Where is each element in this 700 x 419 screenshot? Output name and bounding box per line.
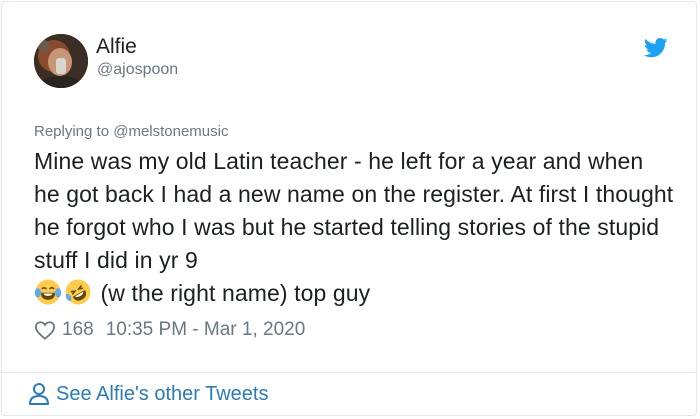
rolling-on-the-floor-laughing-icon bbox=[65, 279, 91, 305]
reply-mention-link[interactable]: @melstonemusic bbox=[113, 123, 228, 140]
replying-to: Replying to @melstonemusic bbox=[34, 123, 228, 140]
author-name[interactable]: Alfie bbox=[96, 35, 137, 59]
avatar-image bbox=[34, 34, 88, 88]
avatar[interactable] bbox=[34, 34, 88, 88]
tweet-tail: (w the right name) top guy bbox=[94, 280, 371, 306]
face-with-tears-of-joy-icon bbox=[34, 279, 62, 305]
see-other-tweets-link[interactable]: See Alfie's other Tweets bbox=[28, 382, 268, 406]
tweet-timestamp[interactable]: 10:35 PM - Mar 1, 2020 bbox=[106, 319, 306, 341]
footer-divider bbox=[2, 372, 696, 373]
embedded-tweet-card: Alfie @ajospoon Replying to @melstonemus… bbox=[1, 1, 697, 416]
author-handle[interactable]: @ajospoon bbox=[97, 61, 178, 79]
like-count[interactable]: 168 bbox=[62, 319, 94, 341]
tweet-body: Mine was my old Latin teacher - he left … bbox=[34, 148, 674, 273]
see-other-tweets-label[interactable]: See Alfie's other Tweets bbox=[56, 383, 268, 406]
twitter-bird-icon[interactable] bbox=[644, 38, 668, 58]
heart-icon[interactable] bbox=[34, 320, 56, 340]
tweet-text: Mine was my old Latin teacher - he left … bbox=[34, 145, 674, 310]
replying-prefix: Replying to bbox=[34, 123, 114, 140]
person-icon bbox=[29, 383, 49, 405]
tweet-meta: 168 10:35 PM - Mar 1, 2020 bbox=[34, 319, 305, 341]
